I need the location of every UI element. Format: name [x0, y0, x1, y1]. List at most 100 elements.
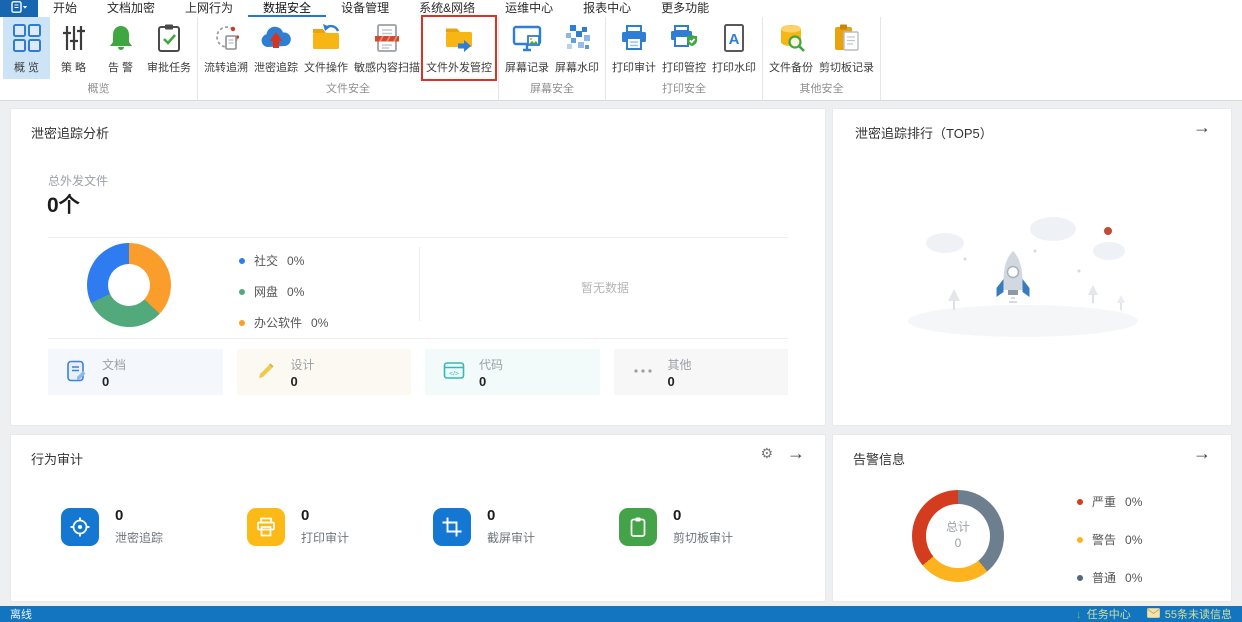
- arrow-right-icon[interactable]: →: [1193, 444, 1211, 462]
- ribbon-item-label: 打印管控: [662, 59, 706, 75]
- menubar: 开始 文档加密 上网行为 数据安全 设备管理 系统&网络 运维中心 报表中心 更…: [0, 0, 1242, 17]
- card-code[interactable]: </> 代码 0: [425, 349, 600, 395]
- legend-value: 0%: [1125, 495, 1142, 509]
- stat-print-audit[interactable]: 0 打印审计: [247, 507, 433, 546]
- card-value: 0: [668, 374, 692, 389]
- mail-icon: [1147, 608, 1160, 621]
- outgoing-channel-donut-chart: [87, 243, 171, 327]
- panel-title: 告警信息: [853, 449, 905, 468]
- card-documents[interactable]: 文档 0: [48, 349, 223, 395]
- ribbon-item-leak-trace[interactable]: 泄密追踪: [251, 17, 301, 79]
- stat-clipboard-audit[interactable]: 0 剪切板审计: [619, 507, 805, 546]
- ribbon-item-print-watermark[interactable]: A 打印水印: [709, 17, 759, 79]
- stat-screenshot-audit[interactable]: 0 截屏审计: [433, 507, 619, 546]
- ribbon-group-file-security: 流转追溯 泄密追踪 文件操作 敏感内容扫描: [198, 17, 499, 100]
- legend-label: 严重: [1092, 493, 1116, 510]
- arrow-right-icon[interactable]: →: [787, 444, 805, 462]
- stat-label: 泄密追踪: [115, 529, 163, 546]
- clipboard-record-icon: [832, 20, 862, 56]
- mosaic-icon: [562, 20, 592, 56]
- menu-item-device-mgmt[interactable]: 设备管理: [326, 0, 404, 17]
- connection-status: 离线: [10, 606, 32, 622]
- legend-dot: [239, 289, 245, 295]
- ribbon-item-print-audit[interactable]: 打印审计: [609, 17, 659, 79]
- ribbon-item-label: 剪切板记录: [819, 59, 874, 75]
- unread-messages-button[interactable]: 55条未读信息: [1147, 606, 1232, 622]
- legend-label: 网盘: [254, 283, 278, 300]
- alert-donut-center: 总计 0: [912, 519, 1004, 551]
- divider: [48, 237, 788, 238]
- card-other[interactable]: 其他 0: [614, 349, 789, 395]
- legend-item-office: 办公软件 0%: [239, 314, 328, 331]
- ribbon-item-overview[interactable]: 概 览: [3, 17, 50, 79]
- audit-stats-row: 0 泄密追踪 0 打印审计 0 截屏审计: [61, 507, 805, 546]
- divider: [48, 338, 788, 339]
- legend-label: 普通: [1092, 569, 1116, 586]
- folder-return-icon: [310, 20, 342, 56]
- legend-item-normal: 普通 0%: [1077, 569, 1142, 586]
- legend-label: 警告: [1092, 531, 1116, 548]
- task-center-button[interactable]: ↓ 任务中心: [1076, 606, 1131, 622]
- app-logo-icon: [11, 1, 28, 16]
- ribbon-item-file-export-control[interactable]: 文件外发管控: [423, 17, 495, 79]
- menu-item-system-network[interactable]: 系统&网络: [404, 0, 490, 17]
- menu-item-data-security[interactable]: 数据安全: [248, 0, 326, 17]
- menu-item-doc-encrypt[interactable]: 文档加密: [92, 0, 170, 17]
- svg-text:A: A: [729, 31, 740, 48]
- stat-value: 0: [115, 507, 163, 524]
- menu-item-ops-center[interactable]: 运维中心: [490, 0, 568, 17]
- legend-dot: [239, 258, 245, 264]
- ribbon-item-flow-trace[interactable]: 流转追溯: [201, 17, 251, 79]
- app-menu-button[interactable]: [0, 0, 38, 17]
- file-type-cards: 文档 0 设计 0 </> 代码 0: [48, 349, 788, 395]
- ribbon-item-file-ops[interactable]: 文件操作: [301, 17, 351, 79]
- ribbon-item-label: 流转追溯: [204, 59, 248, 75]
- ribbon-item-file-backup[interactable]: 文件备份: [766, 17, 816, 79]
- menu-item-report-center[interactable]: 报表中心: [568, 0, 646, 17]
- ribbon-group-screen-security: 屏幕记录 屏幕水印 屏幕安全: [499, 17, 606, 100]
- menu-item-more[interactable]: 更多功能: [646, 0, 724, 17]
- ribbon-item-sensitive-scan[interactable]: 敏感内容扫描: [351, 17, 423, 79]
- legend-value: 0%: [311, 316, 328, 330]
- ribbon-item-print-control[interactable]: 打印管控: [659, 17, 709, 79]
- card-label: 代码: [479, 356, 503, 373]
- overview-grid-icon: [12, 20, 42, 56]
- ribbon-group-label: 打印安全: [609, 79, 759, 100]
- ribbon-item-label: 审批任务: [147, 59, 191, 75]
- ribbon-item-approval-tasks[interactable]: 审批任务: [144, 17, 194, 79]
- folder-export-icon: [442, 20, 476, 56]
- statusbar: 离线 ↓ 任务中心 55条未读信息: [0, 606, 1242, 622]
- target-icon: [61, 508, 99, 546]
- stat-label: 剪切板审计: [673, 529, 733, 546]
- ribbon-item-screen-record[interactable]: 屏幕记录: [502, 17, 552, 79]
- card-label: 文档: [102, 356, 126, 373]
- card-design[interactable]: 设计 0: [237, 349, 412, 395]
- legend-label: 办公软件: [254, 314, 302, 331]
- stat-leak-trace[interactable]: 0 泄密追踪: [61, 507, 247, 546]
- ribbon-item-alerts[interactable]: 告 警: [97, 17, 144, 79]
- ribbon-item-screen-watermark[interactable]: 屏幕水印: [552, 17, 602, 79]
- menu-item-web-behavior[interactable]: 上网行为: [170, 0, 248, 17]
- cloud-upload-icon: [260, 20, 292, 56]
- unread-messages-label: 55条未读信息: [1165, 606, 1232, 622]
- ribbon-item-policy[interactable]: 策 略: [50, 17, 97, 79]
- document-scan-icon: [372, 20, 402, 56]
- stat-value: 0: [673, 507, 733, 524]
- arrow-right-icon[interactable]: →: [1193, 118, 1211, 136]
- legend-value: 0%: [287, 285, 304, 299]
- legend-dot: [1077, 499, 1083, 505]
- ribbon-item-label: 泄密追踪: [254, 59, 298, 75]
- trace-cycle-icon: [211, 20, 241, 56]
- clipboard-check-icon: [154, 20, 184, 56]
- stat-label: 截屏审计: [487, 529, 535, 546]
- alert-total-value: 0: [912, 535, 1004, 551]
- legend-value: 0%: [1125, 571, 1142, 585]
- ribbon-item-label: 敏感内容扫描: [354, 59, 420, 75]
- ribbon-item-label: 打印审计: [612, 59, 656, 75]
- ribbon-item-clipboard-record[interactable]: 剪切板记录: [816, 17, 877, 79]
- gear-icon[interactable]: ⚙: [760, 446, 773, 460]
- task-center-label: 任务中心: [1087, 606, 1131, 622]
- menu-item-start[interactable]: 开始: [38, 0, 92, 17]
- clipboard-icon: [619, 508, 657, 546]
- legend-item-critical: 严重 0%: [1077, 493, 1142, 510]
